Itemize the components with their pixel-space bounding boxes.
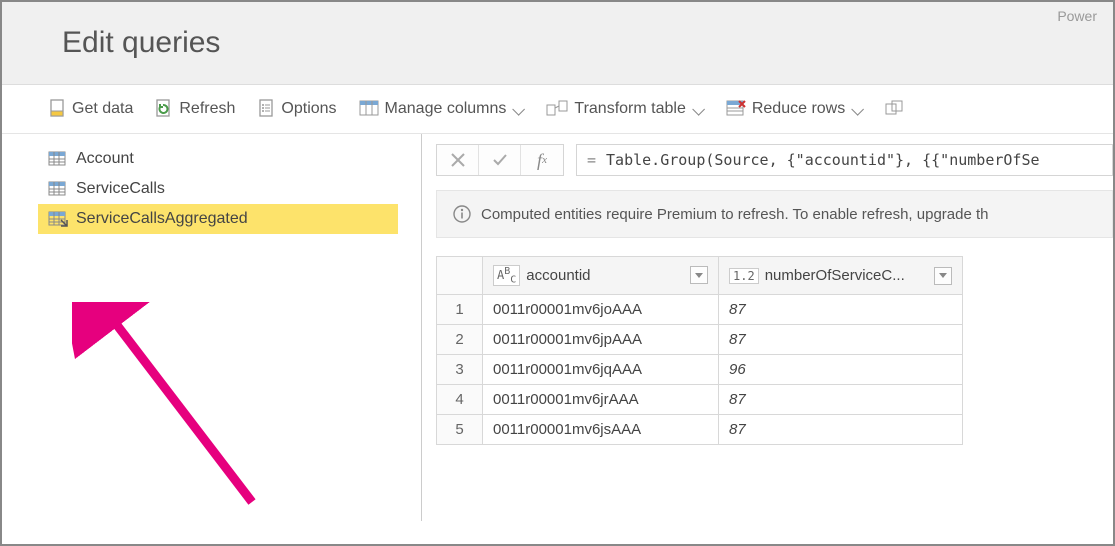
formula-confirm-button[interactable] — [479, 145, 521, 175]
type-text-icon: ABC — [493, 265, 520, 286]
get-data-button[interactable]: Get data — [38, 93, 143, 125]
chevron-down-icon — [512, 103, 524, 115]
reduce-rows-icon — [726, 100, 746, 118]
column-filter-button[interactable] — [690, 266, 708, 284]
table-icon — [48, 151, 68, 167]
info-icon — [453, 205, 471, 223]
row-number: 5 — [437, 415, 483, 445]
cell-number[interactable]: 96 — [719, 355, 963, 385]
cell-accountid[interactable]: 0011r00001mv6jrAAA — [483, 385, 719, 415]
table-row[interactable]: 40011r00001mv6jrAAA87 — [437, 385, 963, 415]
cell-accountid[interactable]: 0011r00001mv6jsAAA — [483, 415, 719, 445]
row-number: 1 — [437, 295, 483, 325]
table-row[interactable]: 30011r00001mv6jqAAA96 — [437, 355, 963, 385]
more-toolbar-button[interactable] — [875, 94, 907, 124]
table-row[interactable]: 50011r00001mv6jsAAA87 — [437, 415, 963, 445]
cell-number[interactable]: 87 — [719, 325, 963, 355]
column-header-accountid[interactable]: ABC accountid — [483, 257, 719, 295]
queries-sidebar: Account ServiceCalls ServiceCallsAggregate… — [2, 134, 422, 521]
titlebar: Edit queries — [2, 2, 1113, 85]
formula-equals: = — [587, 151, 596, 169]
data-grid: ABC accountid 1.2 numberOfServiceC... — [436, 256, 963, 445]
chevron-down-icon — [851, 103, 863, 115]
type-decimal-icon: 1.2 — [729, 268, 759, 284]
cell-accountid[interactable]: 0011r00001mv6jpAAA — [483, 325, 719, 355]
query-item-account[interactable]: Account — [38, 144, 398, 174]
formula-action-group: fx — [436, 144, 564, 176]
formula-fx-button[interactable]: fx — [521, 145, 563, 175]
premium-info-banner: Computed entities require Premium to ref… — [436, 190, 1113, 238]
table-row[interactable]: 20011r00001mv6jpAAA87 — [437, 325, 963, 355]
formula-cancel-button[interactable] — [437, 145, 479, 175]
query-item-servicecallsaggregated[interactable]: ServiceCallsAggregated — [38, 204, 398, 234]
cell-number[interactable]: 87 — [719, 295, 963, 325]
table-columns-icon — [359, 100, 379, 118]
row-header-blank — [437, 257, 483, 295]
formula-bar[interactable]: = Table.Group(Source, {"accountid"}, {{"… — [576, 144, 1113, 176]
query-item-servicecalls[interactable]: ServiceCalls — [38, 174, 398, 204]
combine-icon — [885, 100, 907, 118]
content-area: fx = Table.Group(Source, {"accountid"}, … — [422, 134, 1113, 521]
row-number: 4 — [437, 385, 483, 415]
column-header-numberofservice[interactable]: 1.2 numberOfServiceC... — [719, 257, 963, 295]
manage-columns-button[interactable]: Manage columns — [349, 94, 535, 124]
query-label: ServiceCalls — [76, 180, 165, 198]
formula-text: Table.Group(Source, {"accountid"}, {{"nu… — [606, 151, 1039, 169]
reduce-rows-button[interactable]: Reduce rows — [716, 94, 873, 124]
page-title: Edit queries — [62, 26, 1093, 60]
options-icon — [257, 99, 275, 119]
query-label: Account — [76, 150, 134, 168]
column-filter-button[interactable] — [934, 267, 952, 285]
row-number: 3 — [437, 355, 483, 385]
cell-number[interactable]: 87 — [719, 385, 963, 415]
chevron-down-icon — [692, 103, 704, 115]
table-icon — [48, 181, 68, 197]
transform-table-button[interactable]: Transform table — [536, 94, 713, 124]
table-icon — [48, 211, 68, 227]
get-data-icon — [48, 99, 66, 119]
app-name-label: Power — [1057, 8, 1097, 24]
refresh-icon — [155, 99, 173, 119]
cell-accountid[interactable]: 0011r00001mv6jqAAA — [483, 355, 719, 385]
toolbar: Get data Refresh Options Manage columns … — [2, 85, 1113, 134]
cell-accountid[interactable]: 0011r00001mv6joAAA — [483, 295, 719, 325]
cell-number[interactable]: 87 — [719, 415, 963, 445]
refresh-button[interactable]: Refresh — [145, 93, 245, 125]
query-label: ServiceCallsAggregated — [76, 210, 248, 228]
transform-icon — [546, 100, 568, 118]
options-button[interactable]: Options — [247, 93, 346, 125]
row-number: 2 — [437, 325, 483, 355]
banner-text: Computed entities require Premium to ref… — [481, 206, 989, 223]
table-row[interactable]: 10011r00001mv6joAAA87 — [437, 295, 963, 325]
